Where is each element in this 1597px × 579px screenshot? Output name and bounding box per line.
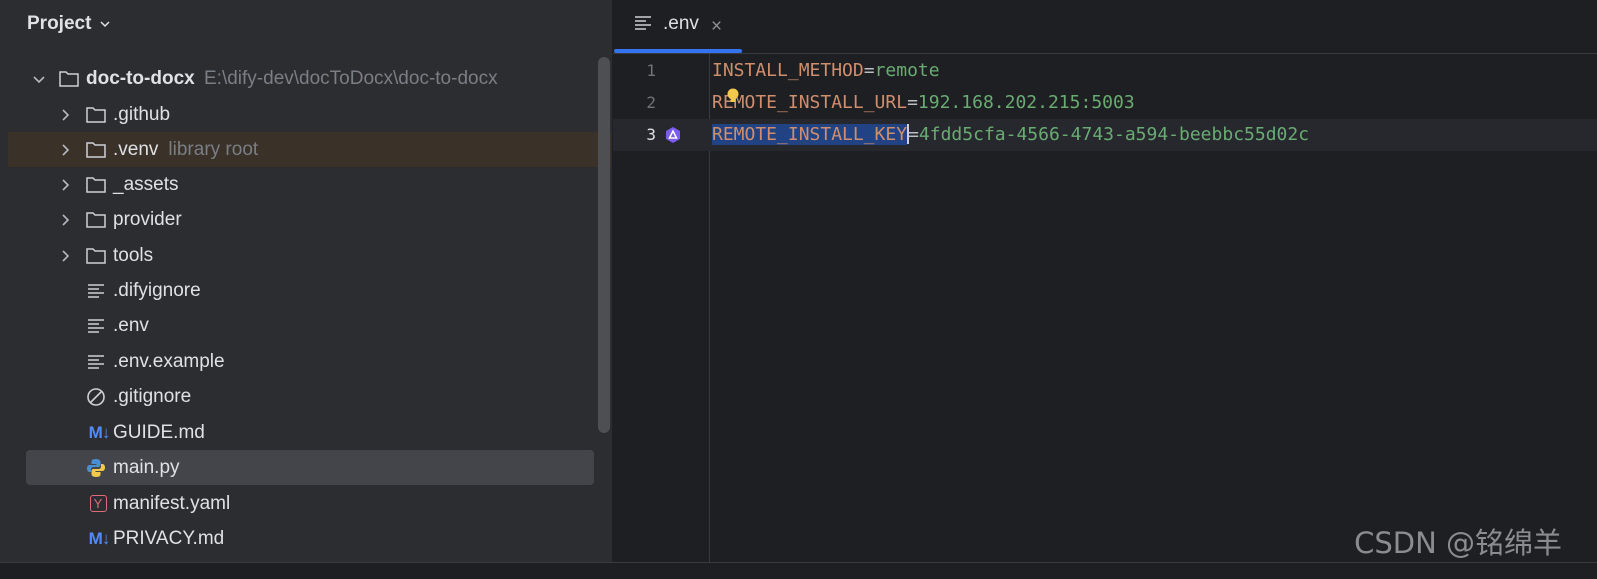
lightbulb-icon[interactable]: [726, 88, 740, 104]
markdown-icon: M↓: [88, 422, 111, 442]
text-file-icon: [635, 16, 651, 30]
chevron-right-icon[interactable]: [59, 108, 71, 121]
ignore-file-icon: [85, 386, 107, 408]
project-scrollbar[interactable]: [598, 57, 610, 433]
env-value: remote: [874, 60, 940, 81]
tree-item-manifest-yaml[interactable]: Y manifest.yaml: [8, 486, 611, 521]
env-value: 4fdd5cfa-4566-4743-a594-beebbc55d02c: [918, 124, 1310, 145]
chevron-right-icon[interactable]: [59, 249, 71, 262]
tree-item-label: GUIDE.md: [113, 421, 205, 443]
code-line-current[interactable]: 3 REMOTE_INSTALL_KEY=4fdd5cfa-4566-4743-…: [613, 119, 1597, 151]
folder-icon: [85, 245, 107, 267]
env-key: REMOTE_INSTALL_URL: [712, 92, 908, 113]
tree-item-label: .env.example: [113, 350, 225, 372]
env-equals: =: [908, 124, 919, 145]
folder-icon: [58, 68, 80, 90]
tree-item-label: _assets: [113, 173, 179, 195]
env-key: INSTALL_METHOD: [712, 60, 864, 81]
root-path: E:\dify-dev\docToDocx\doc-to-docx: [204, 67, 498, 89]
code-line[interactable]: 1 INSTALL_METHOD=remote: [613, 55, 1597, 87]
text-file-icon: [85, 351, 107, 373]
tree-item-label: .github: [113, 103, 171, 125]
chevron-right-icon[interactable]: [59, 143, 71, 156]
active-tab-indicator: [614, 49, 742, 53]
editor-tab-bar: .env ×: [613, 0, 1597, 54]
folder-icon: [85, 174, 107, 196]
tree-item-gitignore[interactable]: .gitignore: [8, 379, 611, 414]
chevron-down-icon[interactable]: [33, 73, 45, 85]
markdown-icon: M↓: [88, 528, 111, 548]
tree-item-label: main.py: [113, 456, 180, 478]
tree-item-privacy-md[interactable]: M↓ PRIVACY.md: [8, 521, 611, 556]
env-equals: =: [907, 92, 918, 113]
tree-item-env-example[interactable]: .env.example: [8, 344, 611, 379]
tree-item-label: .venv: [113, 138, 159, 160]
tree-item-venv[interactable]: .venv library root: [8, 132, 611, 167]
folder-icon: [85, 139, 107, 161]
text-file-icon: [85, 280, 107, 302]
tree-item-label: .difyignore: [113, 279, 201, 301]
tree-item-provider[interactable]: provider: [8, 202, 611, 237]
line-number: 1: [646, 61, 656, 80]
env-equals: =: [863, 60, 875, 81]
chevron-down-icon: [100, 21, 110, 28]
env-value: 192.168.202.215:5003: [917, 92, 1135, 113]
text-file-icon: [85, 315, 107, 337]
tree-item-github[interactable]: .github: [8, 97, 611, 132]
tree-item-label: manifest.yaml: [113, 492, 231, 514]
ai-assistant-icon[interactable]: [664, 126, 682, 144]
tree-item-label: PRIVACY.md: [113, 527, 225, 549]
line-number: 3: [646, 125, 656, 144]
chevron-right-icon[interactable]: [59, 213, 71, 226]
tree-item-env[interactable]: .env: [8, 308, 611, 343]
tree-item-label: .env: [113, 314, 149, 336]
folder-icon: [85, 104, 107, 126]
yaml-icon: Y: [87, 493, 109, 515]
chevron-right-icon[interactable]: [59, 178, 71, 191]
tree-item-label: tools: [113, 244, 154, 266]
library-root-hint: library root: [168, 138, 259, 160]
tree-item-guide-md[interactable]: M↓ GUIDE.md: [8, 415, 611, 450]
yaml-icon-glyph: Y: [89, 495, 107, 512]
tree-item-main-py[interactable]: main.py: [26, 450, 594, 485]
tree-item-label: provider: [113, 208, 182, 230]
tree-root[interactable]: doc-to-docx E:\dify-dev\docToDocx\doc-to…: [8, 61, 611, 96]
tree-item-difyignore[interactable]: .difyignore: [8, 273, 611, 308]
folder-icon: [85, 209, 107, 231]
root-name: doc-to-docx: [86, 67, 195, 89]
tree-item-assets[interactable]: _assets: [8, 167, 611, 202]
line-number: 2: [646, 93, 656, 112]
close-icon[interactable]: ×: [711, 16, 722, 38]
watermark: CSDN @铭绵羊: [1354, 526, 1562, 560]
tab-env[interactable]: .env ×: [613, 0, 742, 53]
status-strip: [0, 562, 1597, 579]
selected-env-key: REMOTE_INSTALL_KEY: [712, 124, 908, 145]
project-view-dropdown[interactable]: Project: [27, 12, 111, 36]
python-icon: [85, 457, 107, 479]
tree-item-label: .gitignore: [113, 385, 192, 407]
tab-label: .env: [663, 13, 699, 34]
project-panel: Project doc-to-docx E:\dify-dev\docToDoc…: [0, 0, 613, 566]
tree-item-tools[interactable]: tools: [8, 238, 611, 273]
project-title: Project: [27, 13, 92, 34]
code-line[interactable]: 2 REMOTE_INSTALL_URL=192.168.202.215:500…: [613, 87, 1597, 119]
